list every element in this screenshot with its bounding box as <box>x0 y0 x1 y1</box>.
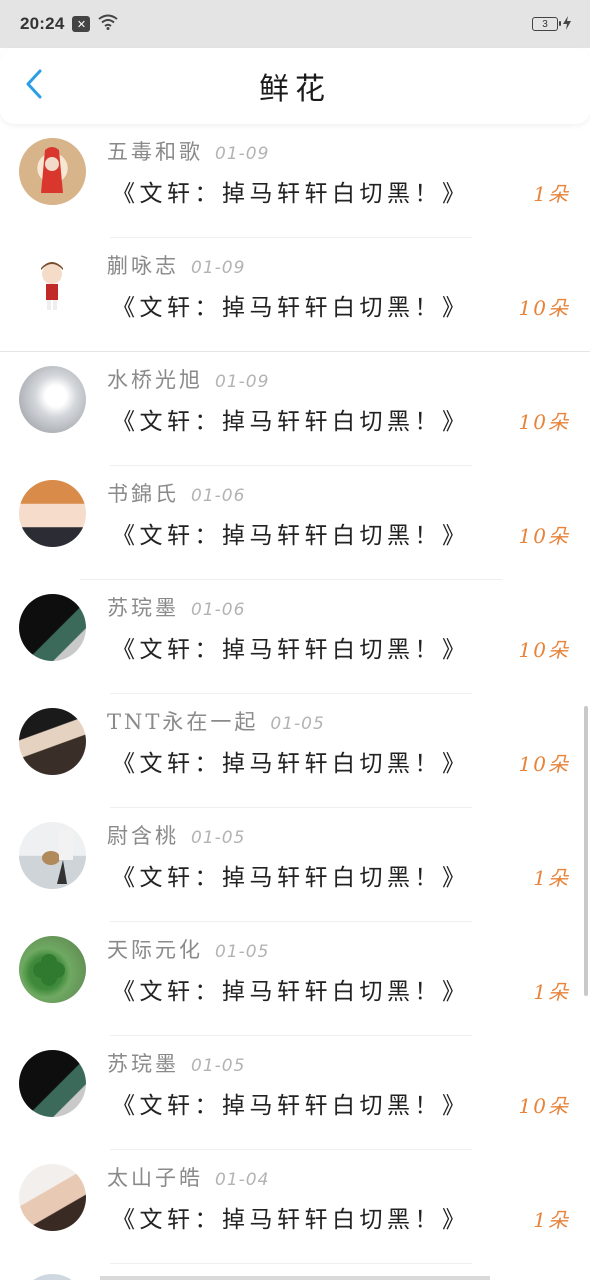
flower-list: 五毒和歌 01-09 《文轩：掉马轩轩白切黑！》 1朵 蒯咏志 01-09 《文轩：… <box>0 124 590 1264</box>
flower-count: 1朵 <box>533 182 570 206</box>
item-date: 01-04 <box>215 1170 270 1190</box>
list-item[interactable]: 蒯咏志 01-09 《文轩：掉马轩轩白切黑！》 10朵 <box>0 238 590 352</box>
flower-count: 10朵 <box>518 296 570 320</box>
item-name: 苏琓墨 01-05 <box>107 1052 246 1076</box>
list-item[interactable]: TNT永在一起 01-05 《文轩：掉马轩轩白切黑！》 10朵 <box>0 694 590 808</box>
item-title: 《文轩：掉马轩轩白切黑！》 <box>112 979 470 1005</box>
wifi-icon <box>98 14 119 35</box>
list-item[interactable]: 尉含桃 01-05 《文轩：掉马轩轩白切黑！》 1朵 <box>0 808 590 922</box>
back-button[interactable] <box>14 66 54 106</box>
partial-list-item <box>0 1264 590 1280</box>
status-right: 3 <box>532 14 572 35</box>
item-date: 01-05 <box>191 828 246 848</box>
status-time: 20:24 <box>20 14 65 33</box>
item-title: 《文轩：掉马轩轩白切黑！》 <box>112 637 470 663</box>
item-name: 书錦氏 01-06 <box>107 482 246 506</box>
item-date: 01-06 <box>191 486 246 506</box>
item-date: 01-05 <box>215 942 270 962</box>
item-title: 《文轩：掉马轩轩白切黑！》 <box>112 751 470 777</box>
item-name: 苏琓墨 01-06 <box>107 596 246 620</box>
chevron-left-icon <box>24 69 44 103</box>
status-left: 20:24 ✕ <box>20 14 119 35</box>
item-date: 01-09 <box>215 372 270 392</box>
item-date: 01-05 <box>191 1056 246 1076</box>
item-name: 太山子皓 01-04 <box>107 1166 270 1190</box>
flower-count: 1朵 <box>533 980 570 1004</box>
flower-count: 10朵 <box>518 524 570 548</box>
item-title: 《文轩：掉马轩轩白切黑！》 <box>112 523 470 549</box>
list-item[interactable]: 水桥光旭 01-09 《文轩：掉马轩轩白切黑！》 10朵 <box>0 352 590 466</box>
list-item[interactable]: 天际元化 01-05 《文轩：掉马轩轩白切黑！》 1朵 <box>0 922 590 1036</box>
flower-count: 1朵 <box>533 866 570 890</box>
item-title: 《文轩：掉马轩轩白切黑！》 <box>112 1093 470 1119</box>
notification-x-icon: ✕ <box>72 16 91 32</box>
header-bar: 鲜花 <box>0 48 590 124</box>
list-item[interactable]: 书錦氏 01-06 《文轩：掉马轩轩白切黑！》 10朵 <box>0 466 590 580</box>
list-item[interactable]: 苏琓墨 01-06 《文轩：掉马轩轩白切黑！》 10朵 <box>0 580 590 694</box>
avatar[interactable] <box>19 1050 86 1117</box>
charging-bolt-icon <box>562 14 572 35</box>
status-bar: 20:24 ✕ 3 <box>0 0 590 48</box>
item-title: 《文轩：掉马轩轩白切黑！》 <box>112 409 470 435</box>
avatar[interactable] <box>19 366 86 433</box>
avatar[interactable] <box>19 1164 86 1231</box>
item-date: 01-09 <box>191 258 246 278</box>
avatar[interactable] <box>19 936 86 1003</box>
battery-icon: 3 <box>532 17 561 31</box>
item-name: 水桥光旭 01-09 <box>107 368 270 392</box>
item-title: 《文轩：掉马轩轩白切黑！》 <box>112 1207 470 1233</box>
scrollbar[interactable] <box>584 706 588 996</box>
item-name: 尉含桃 01-05 <box>107 824 246 848</box>
item-name: 五毒和歌 01-09 <box>107 140 270 164</box>
flower-count: 10朵 <box>518 1094 570 1118</box>
item-name: 天际元化 01-05 <box>107 938 270 962</box>
item-date: 01-09 <box>215 144 270 164</box>
avatar[interactable] <box>19 138 86 205</box>
item-name: 蒯咏志 01-09 <box>107 254 246 278</box>
avatar <box>19 1274 86 1280</box>
list-item[interactable]: 五毒和歌 01-09 《文轩：掉马轩轩白切黑！》 1朵 <box>0 124 590 238</box>
avatar[interactable] <box>19 822 86 889</box>
avatar[interactable] <box>19 594 86 661</box>
list-item[interactable]: 太山子皓 01-04 《文轩：掉马轩轩白切黑！》 1朵 <box>0 1150 590 1264</box>
item-name: TNT永在一起 01-05 <box>107 710 325 734</box>
flower-count: 10朵 <box>518 752 570 776</box>
avatar[interactable] <box>19 480 86 547</box>
flower-count: 10朵 <box>518 410 570 434</box>
item-title: 《文轩：掉马轩轩白切黑！》 <box>112 295 470 321</box>
partial-text <box>100 1276 490 1280</box>
item-title: 《文轩：掉马轩轩白切黑！》 <box>112 865 470 891</box>
flower-count: 10朵 <box>518 638 570 662</box>
avatar[interactable] <box>19 708 86 775</box>
flower-count: 1朵 <box>533 1208 570 1232</box>
avatar[interactable] <box>19 252 86 319</box>
list-item[interactable]: 苏琓墨 01-05 《文轩：掉马轩轩白切黑！》 10朵 <box>0 1036 590 1150</box>
item-date: 01-05 <box>270 714 325 734</box>
item-title: 《文轩：掉马轩轩白切黑！》 <box>112 181 470 207</box>
item-date: 01-06 <box>191 600 246 620</box>
page-title: 鲜花 <box>259 72 331 107</box>
